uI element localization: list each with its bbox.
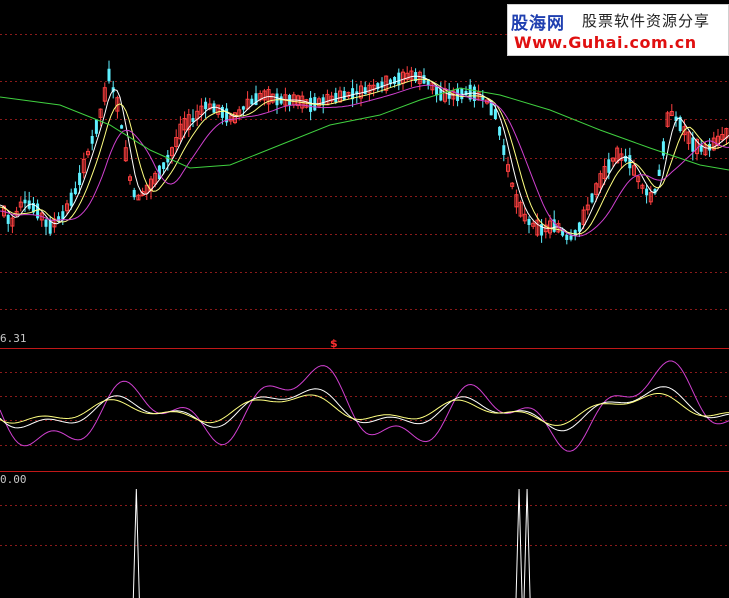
candle-body [162, 162, 166, 169]
candle-body [69, 192, 73, 206]
candle-body [527, 219, 531, 225]
candle-body [6, 214, 10, 224]
candle-body [309, 97, 313, 112]
candle-body [569, 235, 573, 240]
candle-body [565, 234, 569, 240]
candle-body [590, 193, 594, 203]
stock-chart: 6.31 $ 0.00 [0, 0, 729, 598]
candle-body [691, 137, 695, 152]
candle-body [363, 87, 367, 94]
candle-body [250, 98, 254, 105]
candle-body [493, 109, 497, 119]
candle-body [44, 219, 48, 227]
candle-body [78, 172, 82, 186]
watermark-logo: 股海网 股票软件资源分享 Www.Guhai.com.cn [507, 4, 729, 56]
candle-body [212, 103, 216, 113]
oscillator-top-value: 6.31 [0, 332, 27, 345]
watermark-tagline: 股票软件资源分享 [582, 12, 711, 30]
candle-body [73, 188, 77, 195]
candle-body [94, 119, 98, 134]
candle-body [645, 188, 649, 196]
candle-body [607, 159, 611, 173]
candle-body [628, 155, 632, 169]
candle-body [657, 169, 661, 177]
candle-body [132, 189, 136, 198]
candle-body [23, 199, 27, 204]
candle-body [107, 68, 111, 82]
candle-body [204, 101, 208, 110]
candle-body [624, 155, 628, 162]
candle-body [661, 141, 665, 156]
candle-body [342, 91, 346, 100]
candle-body [577, 222, 581, 232]
candle-body [241, 106, 245, 110]
candle-body [498, 126, 502, 136]
candle-body [321, 97, 325, 105]
candle-body [220, 106, 224, 118]
candle-body [90, 136, 94, 144]
candle-body [460, 88, 464, 100]
signal-top-value: 0.00 [0, 473, 27, 486]
watermark-brand: 股海网 [511, 14, 565, 34]
candle-body [502, 145, 506, 155]
candle-body [334, 92, 338, 103]
dollar-marker: $ [330, 337, 338, 350]
candle-body [397, 72, 401, 86]
watermark-url: Www.Guhai.com.cn [514, 33, 697, 52]
candle-body [120, 125, 124, 129]
